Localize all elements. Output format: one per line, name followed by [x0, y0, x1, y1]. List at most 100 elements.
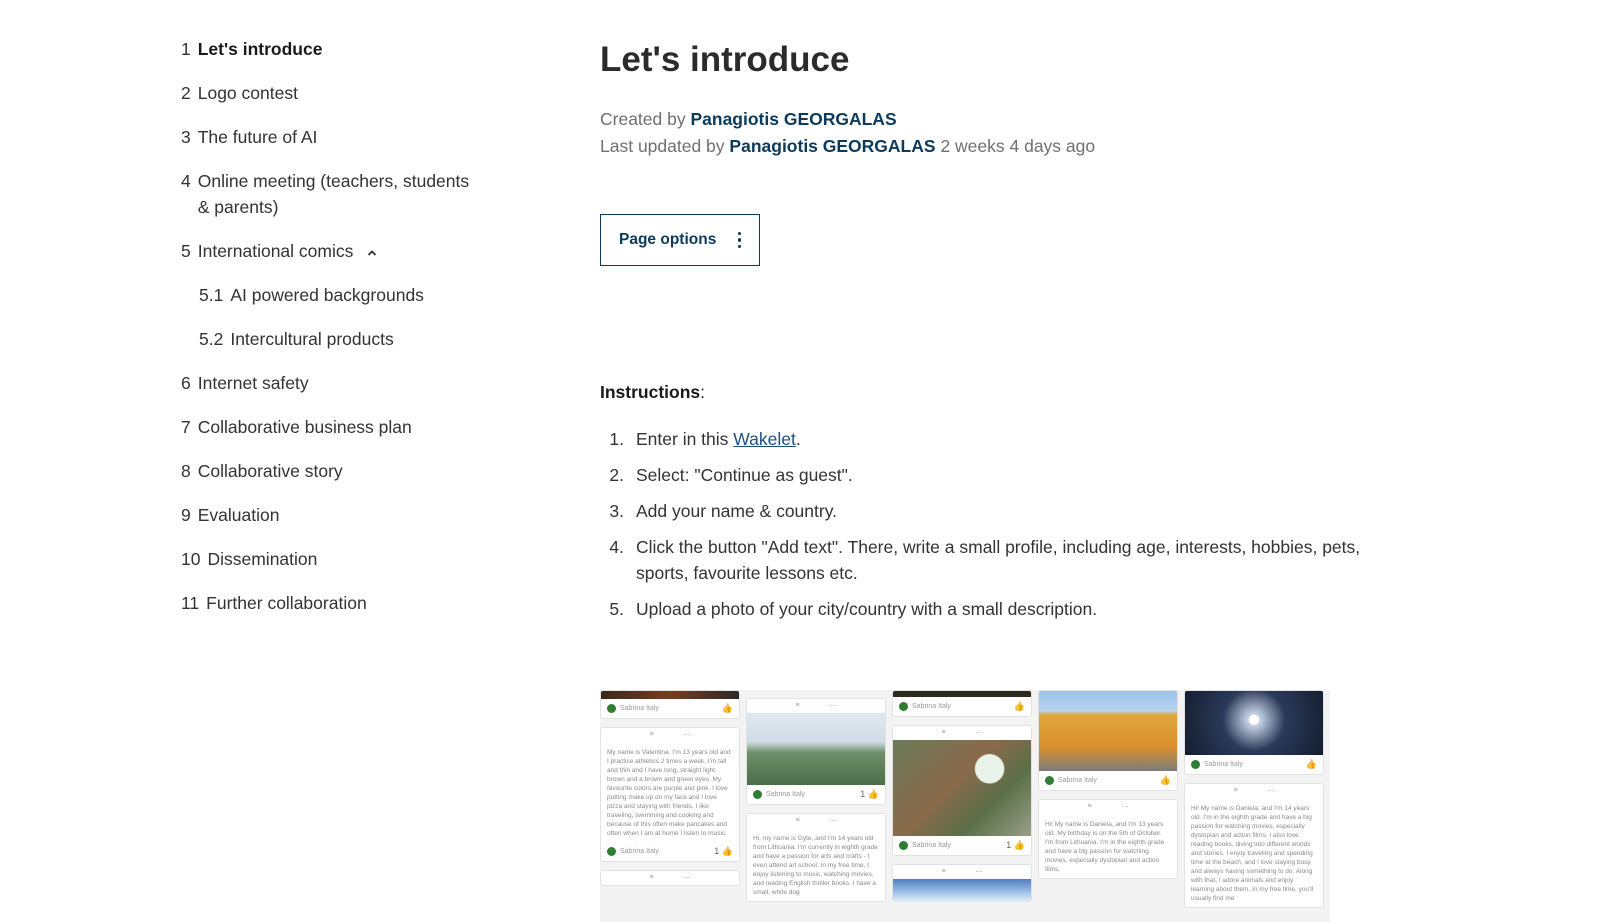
card-author: Sabrina Italy	[912, 703, 951, 710]
instructions-heading: Instructions:	[600, 382, 706, 402]
instructions-list: 1. Enter in this Wakelet. 2. Select: "Conti…	[600, 426, 1390, 632]
like-icon: 👍	[721, 703, 733, 713]
card-text: Hi! My name is Daniela, and I'm 14 years…	[1191, 805, 1314, 902]
created-by-link[interactable]: Panagiotis GEORGALAS	[690, 109, 896, 129]
board-column: Sabrina Italy 👍 ≡ ⋯ Hi! My name is Daniela…	[1184, 690, 1324, 916]
step-number: 5.	[609, 599, 624, 619]
toc-label: Evaluation	[197, 505, 280, 525]
toc-item-9[interactable]: 9 Evaluation	[181, 502, 481, 528]
card-author: Sabrina Italy	[1058, 777, 1097, 784]
toc-number: 7	[181, 417, 191, 437]
table-of-contents: 1 Let's introduce 2 Logo contest 3 The future…	[181, 36, 481, 634]
step-number: 2.	[609, 465, 624, 485]
toc-item-10[interactable]: 10 Dissemination	[181, 546, 481, 572]
board-card: Sabrina Italy 👍	[600, 690, 740, 719]
toc-number: 3	[181, 127, 191, 147]
toc-label: International comics	[197, 241, 354, 261]
wakelet-link[interactable]: Wakelet	[733, 429, 796, 449]
toc-number: 2	[181, 83, 191, 103]
instruction-step: 5. Upload a photo of your city/country wi…	[600, 596, 1390, 622]
card-text: Hi, my name is Gyte, and I'm 14 years ol…	[753, 835, 878, 896]
more-vertical-icon	[737, 231, 741, 249]
card-text: Hi! My name is Daniela, and I'm 13 years…	[1045, 821, 1165, 873]
like-icon: 👍	[1305, 759, 1317, 769]
step-text-before: Enter in this	[636, 429, 734, 449]
card-text: My name is Valentina. I'm 13 years old a…	[607, 749, 731, 837]
toc-item-7[interactable]: 7 Collaborative business plan	[181, 414, 481, 440]
toc-number: 4	[181, 171, 191, 191]
toc-label: Collaborative business plan	[197, 417, 412, 437]
board-card: ≡ ⋯ Hi! My name is Daniela, and I'm 13 ye…	[1038, 799, 1178, 879]
instruction-step: 3. Add your name & country.	[600, 498, 1390, 524]
toc-number: 10	[181, 549, 201, 569]
board-card: ≡ ⋯ Sabrina Italy 1 👍	[892, 725, 1032, 856]
toc-item-5[interactable]: 5 International comics	[181, 238, 481, 264]
toc-label: The future of AI	[197, 127, 318, 147]
page-meta: Created by Panagiotis GEORGALAS Last upd…	[600, 106, 1095, 160]
board-card: Sabrina Italy 👍	[1038, 690, 1178, 791]
card-author: Sabrina Italy	[620, 848, 659, 855]
wakelet-board-image: Sabrina Italy 👍 ≡ ⋯ My name is Valentina. …	[600, 690, 1330, 922]
toc-number: 5	[181, 241, 191, 261]
board-column: ≡ ⋯ Sabrina Italy 1 👍 ≡ ⋯ Hi, my name is Gy…	[746, 698, 886, 910]
toc-item-5-1[interactable]: 5.1 AI powered backgrounds	[181, 282, 481, 308]
chevron-up-icon[interactable]	[367, 239, 377, 256]
toc-label: Logo contest	[197, 83, 298, 103]
toc-number: 9	[181, 505, 191, 525]
toc-label: Further collaboration	[206, 593, 367, 613]
toc-number: 5.1	[199, 285, 224, 305]
toc-number: 11	[181, 593, 200, 613]
updated-prefix: Last updated by	[600, 136, 725, 156]
toc-label: Collaborative story	[197, 461, 343, 481]
step-text-after: .	[795, 429, 801, 449]
board-card: Sabrina Italy 👍	[1184, 690, 1324, 775]
card-author: Sabrina Italy	[912, 842, 951, 849]
instruction-step: 4. Click the button "Add text". There, wr…	[600, 534, 1390, 586]
board-card: ≡ ⋯	[892, 864, 1032, 902]
instruction-step: 1. Enter in this Wakelet.	[600, 426, 1390, 452]
page-options-label: Page options	[619, 231, 717, 248]
board-card: ≡ ⋯ My name is Valentina. I'm 13 years ol…	[600, 727, 740, 862]
instruction-step: 2. Select: "Continue as guest".	[600, 462, 1390, 488]
toc-item-4[interactable]: 4 Online meeting (teachers, students & pa…	[181, 168, 481, 220]
toc-item-8[interactable]: 8 Collaborative story	[181, 458, 481, 484]
step-text: Add your name & country.	[636, 501, 838, 521]
toc-item-6[interactable]: 6 Internet safety	[181, 370, 481, 396]
board-card: ≡ ⋯ Hi! My name is Daniela, and I'm 14 ye…	[1184, 783, 1324, 908]
like-icon: 1 👍	[860, 789, 879, 799]
updated-line: Last updated by Panagiotis GEORGALAS 2 w…	[600, 133, 1095, 160]
toc-item-11[interactable]: 11 Further collaboration	[181, 590, 481, 616]
toc-number: 6	[181, 373, 191, 393]
updated-time: 2 weeks 4 days ago	[940, 136, 1096, 156]
like-icon: 👍	[1159, 775, 1171, 785]
card-author: Sabrina Italy	[1204, 761, 1243, 768]
created-prefix: Created by	[600, 109, 686, 129]
page-options-button[interactable]: Page options	[600, 214, 760, 266]
board-card: ≡ ⋯	[600, 870, 740, 886]
board-card: ≡ ⋯ Hi, my name is Gyte, and I'm 14 years…	[746, 813, 886, 902]
toc-item-3[interactable]: 3 The future of AI	[181, 124, 481, 150]
toc-item-2[interactable]: 2 Logo contest	[181, 80, 481, 106]
step-text: Enter in this Wakelet.	[636, 426, 1390, 452]
board-column: Sabrina Italy 👍 ≡ ⋯ My name is Valentina. …	[600, 690, 740, 894]
board-card: ≡ ⋯ Sabrina Italy 1 👍	[746, 698, 886, 805]
toc-label: Internet safety	[197, 373, 309, 393]
step-number: 4.	[609, 537, 624, 557]
card-author: Sabrina Italy	[766, 791, 805, 798]
toc-label: AI powered backgrounds	[230, 285, 424, 305]
created-line: Created by Panagiotis GEORGALAS	[600, 106, 1095, 133]
card-author: Sabrina Italy	[620, 705, 659, 712]
board-column: Sabrina Italy 👍 ≡ ⋯ Sabrina Italy 1 👍 ≡ ⋯	[892, 690, 1032, 910]
step-text: Select: "Continue as guest".	[636, 465, 853, 485]
board-column: Sabrina Italy 👍 ≡ ⋯ Hi! My name is Daniela…	[1038, 690, 1178, 887]
step-number: 3.	[609, 501, 624, 521]
toc-item-5-2[interactable]: 5.2 Intercultural products	[181, 326, 481, 352]
step-text: Upload a photo of your city/country with…	[636, 599, 1098, 619]
toc-item-1[interactable]: 1 Let's introduce	[181, 36, 481, 62]
toc-label: Online meeting (teachers, students & par…	[197, 171, 470, 217]
step-text: Click the button "Add text". There, writ…	[636, 537, 1361, 583]
updated-by-link[interactable]: Panagiotis GEORGALAS	[729, 136, 935, 156]
toc-label: Dissemination	[207, 549, 318, 569]
toc-number: 1	[181, 39, 191, 59]
step-number: 1.	[609, 429, 624, 449]
